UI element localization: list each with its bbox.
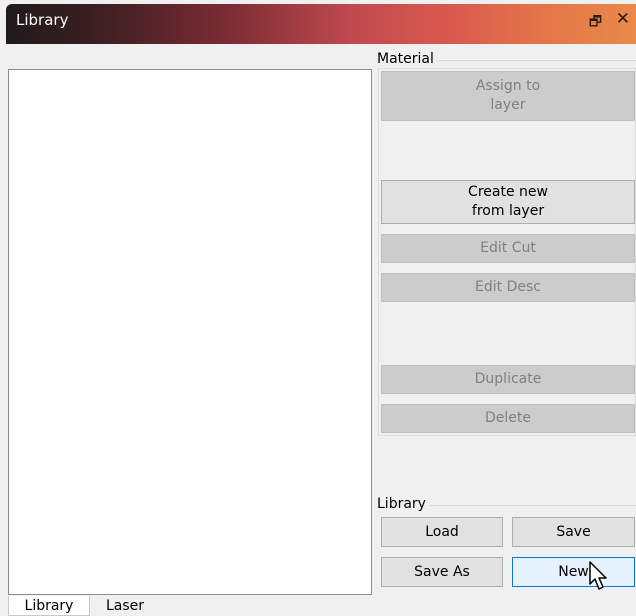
window-title: Library (16, 11, 69, 29)
tab-library[interactable]: Library (8, 596, 90, 616)
material-list[interactable] (8, 69, 372, 595)
save-button[interactable]: Save (512, 517, 635, 547)
tab-laser[interactable]: Laser (106, 596, 144, 616)
mouse-cursor-icon (589, 561, 607, 590)
edit-cut-button[interactable]: Edit Cut (381, 234, 635, 263)
window-titlebar[interactable]: Library 🗗 ✕ (6, 4, 636, 44)
tab-bar: Library Laser (0, 596, 636, 616)
material-group-label: Material (377, 51, 434, 67)
load-button[interactable]: Load (381, 517, 503, 547)
delete-button[interactable]: Delete (381, 404, 635, 433)
edit-desc-button[interactable]: Edit Desc (381, 273, 635, 302)
create-new-from-layer-button[interactable]: Create new from layer (381, 180, 635, 224)
library-group-label: Library (377, 496, 426, 512)
save-as-button[interactable]: Save As (381, 557, 503, 587)
material-group-divider (438, 60, 636, 61)
assign-to-layer-button[interactable]: Assign to layer (381, 71, 635, 121)
library-group-divider (430, 505, 636, 506)
float-window-icon[interactable]: 🗗 (589, 11, 602, 35)
new-button[interactable]: New (512, 557, 635, 587)
duplicate-button[interactable]: Duplicate (381, 365, 635, 394)
close-icon[interactable]: ✕ (616, 9, 630, 29)
